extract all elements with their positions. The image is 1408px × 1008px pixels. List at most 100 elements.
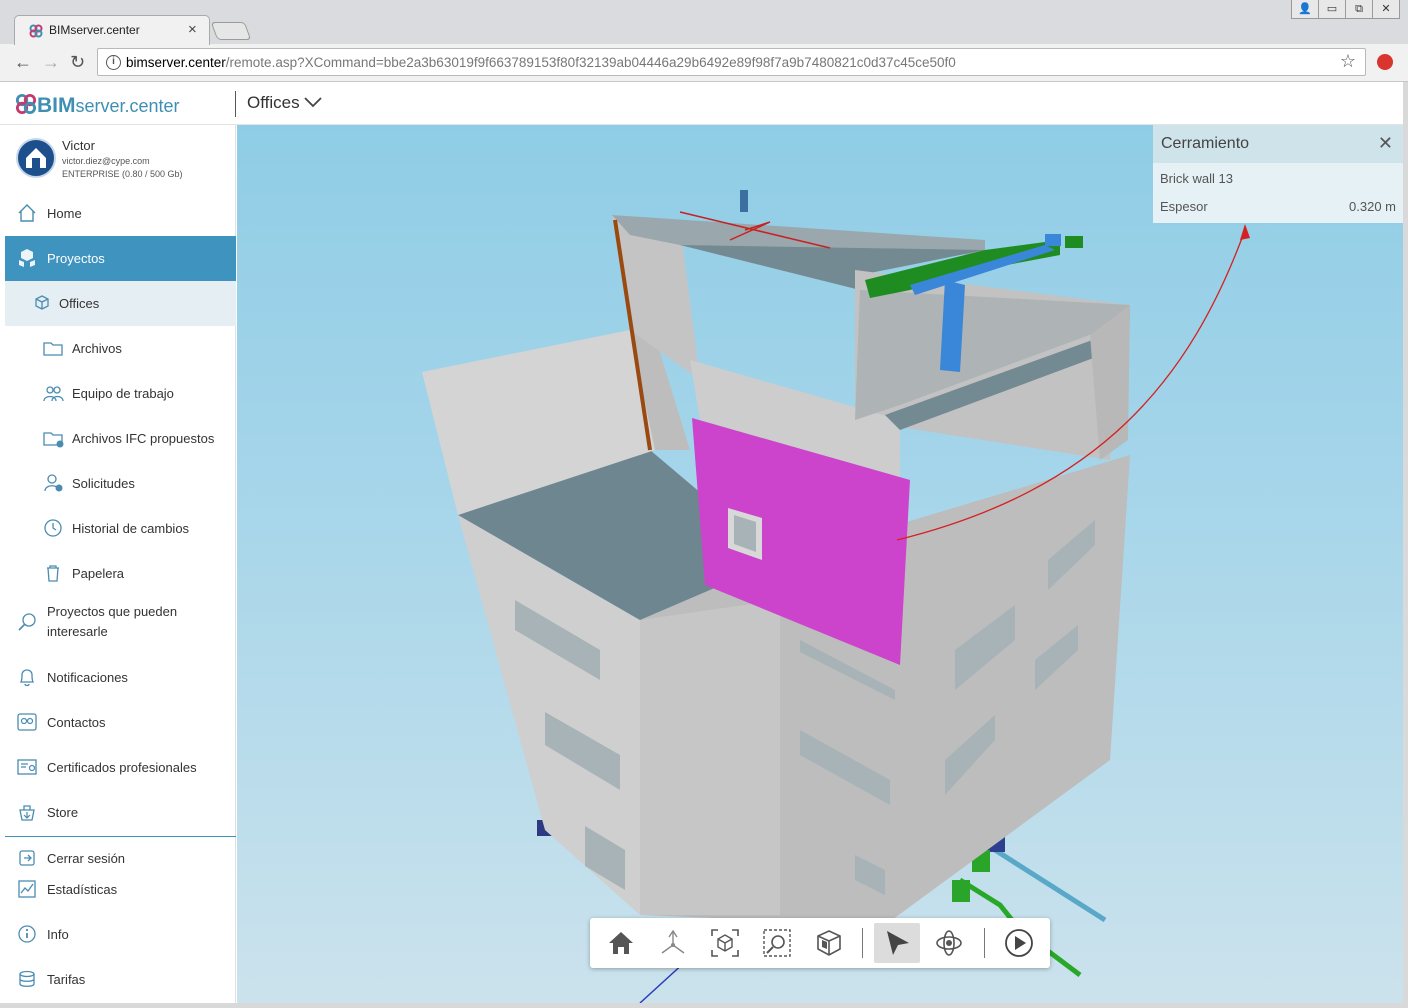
team-icon bbox=[43, 386, 64, 402]
url-text[interactable]: bimserver.center/remote.asp?XCommand=bbe… bbox=[126, 55, 956, 70]
extension-icon[interactable] bbox=[1377, 54, 1393, 70]
sidebar-item-proyectos-interes[interactable]: Proyectos que pueden interesarle bbox=[5, 596, 236, 648]
sidebar-item-label: Home bbox=[47, 206, 82, 221]
sidebar-item-proyectos[interactable]: Proyectos bbox=[5, 236, 236, 281]
tab-title: BIMserver.center bbox=[49, 23, 140, 37]
user-name: Victor bbox=[62, 138, 95, 153]
browser-tab[interactable]: BIMserver.center × bbox=[14, 15, 210, 45]
house-logo-icon bbox=[26, 148, 46, 168]
play-button[interactable] bbox=[996, 923, 1042, 963]
window-close-icon[interactable]: ✕ bbox=[1372, 0, 1400, 19]
sidebar-item-contactos[interactable]: Contactos bbox=[5, 700, 236, 745]
coins-icon bbox=[19, 970, 35, 987]
site-info-icon[interactable]: i bbox=[106, 55, 121, 70]
user-email: victor.diez@cype.com bbox=[62, 156, 150, 166]
sidebar-item-label: Solicitudes bbox=[72, 476, 135, 491]
app-logo[interactable]: BIMserver.center bbox=[15, 93, 180, 118]
close-icon[interactable]: ✕ bbox=[1378, 133, 1393, 154]
sidebar-item-label: Tarifas bbox=[47, 972, 86, 987]
sidebar-item-label: Offices bbox=[59, 296, 100, 311]
zoom-window-icon bbox=[763, 929, 791, 957]
sidebar-item-archivos-ifc[interactable]: Archivos IFC propuestos bbox=[5, 416, 236, 461]
logo-bold: BIM bbox=[37, 94, 76, 117]
cubes-icon bbox=[19, 249, 35, 267]
axes-button[interactable] bbox=[650, 923, 696, 963]
section-box-icon bbox=[817, 930, 841, 956]
new-tab-button[interactable] bbox=[210, 22, 252, 40]
store-icon bbox=[19, 805, 35, 821]
bookmark-star-icon[interactable]: ☆ bbox=[1340, 51, 1356, 72]
properties-title: Cerramiento bbox=[1161, 135, 1250, 152]
home-view-icon bbox=[609, 932, 633, 954]
sidebar-item-notificaciones[interactable]: Notificaciones bbox=[5, 655, 236, 700]
address-bar[interactable]: i bimserver.center/remote.asp?XCommand=b… bbox=[97, 48, 1366, 76]
sidebar-item-home[interactable]: Home bbox=[5, 191, 236, 236]
sidebar-item-label: Info bbox=[47, 927, 69, 942]
info-icon bbox=[18, 925, 36, 943]
sidebar-item-archivos[interactable]: Archivos bbox=[5, 326, 236, 371]
sidebar-item-label: Estadísticas bbox=[47, 882, 118, 897]
bim-3d-viewer[interactable] bbox=[237, 125, 1403, 1003]
sidebar-item-label: Archivos IFC propuestos bbox=[72, 431, 215, 446]
sidebar-item-label: Papelera bbox=[72, 566, 125, 581]
sidebar-item-label: Proyectos que pueden interesarle bbox=[47, 604, 178, 639]
sidebar-item-tarifas[interactable]: Tarifas bbox=[5, 957, 236, 1002]
logout-icon bbox=[19, 850, 35, 866]
bell-icon bbox=[19, 669, 35, 687]
browser-chrome: BIMserver.center × 👤 ▭ ⧉ ✕ ← → ↻ i bimse… bbox=[0, 0, 1408, 82]
home-view-button[interactable] bbox=[598, 923, 644, 963]
stats-icon bbox=[18, 880, 36, 898]
fit-view-button[interactable] bbox=[702, 923, 748, 963]
reload-icon[interactable]: ↻ bbox=[70, 52, 85, 73]
fit-view-icon bbox=[711, 929, 739, 957]
sidebar-item-equipo[interactable]: Equipo de trabajo bbox=[5, 371, 236, 416]
project-name: Offices bbox=[247, 93, 300, 112]
sidebar-item-store[interactable]: Store bbox=[5, 790, 236, 835]
sidebar-item-certificados[interactable]: Certificados profesionales bbox=[5, 745, 236, 790]
header-divider bbox=[235, 91, 236, 117]
profile-icon[interactable]: 👤 bbox=[1291, 0, 1319, 19]
project-selector[interactable]: Offices bbox=[247, 93, 322, 113]
property-label: Espesor bbox=[1160, 199, 1208, 214]
orbit-icon bbox=[936, 930, 962, 956]
select-pointer-button[interactable] bbox=[874, 923, 920, 963]
properties-header: Cerramiento ✕ bbox=[1153, 125, 1403, 163]
chevron-down-icon bbox=[304, 97, 322, 108]
sidebar-item-papelera[interactable]: Papelera bbox=[5, 551, 236, 596]
toolbar-divider bbox=[984, 928, 985, 958]
sidebar-item-estadisticas[interactable]: Estadísticas bbox=[5, 867, 236, 912]
section-box-button[interactable] bbox=[806, 923, 852, 963]
sidebar-item-label: Historial de cambios bbox=[72, 521, 190, 536]
sidebar: Victor victor.diez@cype.com ENTERPRISE (… bbox=[0, 125, 236, 1003]
properties-panel: Cerramiento ✕ Brick wall 13 Espesor 0.32… bbox=[1153, 125, 1403, 223]
sidebar-item-solicitudes[interactable]: Solicitudes bbox=[5, 461, 236, 506]
tab-close-icon[interactable]: × bbox=[188, 21, 197, 38]
zoom-window-button[interactable] bbox=[754, 923, 800, 963]
forward-icon[interactable]: → bbox=[42, 52, 60, 73]
app-header: BIMserver.center Offices bbox=[0, 83, 1408, 125]
sidebar-item-historial[interactable]: Historial de cambios bbox=[5, 506, 236, 551]
cube-icon bbox=[35, 295, 49, 310]
url-domain: bimserver.center bbox=[126, 55, 226, 70]
contacts-icon bbox=[17, 713, 37, 731]
sidebar-item-label: Store bbox=[47, 805, 79, 820]
window-frame-bottom bbox=[0, 1003, 1408, 1008]
certificate-icon bbox=[17, 759, 37, 775]
sidebar-item-info[interactable]: Info bbox=[5, 912, 236, 957]
trash-icon bbox=[47, 565, 59, 582]
minimize-icon[interactable]: ▭ bbox=[1318, 0, 1346, 19]
bim-logo-icon bbox=[29, 24, 43, 38]
orbit-button[interactable] bbox=[926, 923, 972, 963]
sidebar-item-offices[interactable]: Offices bbox=[5, 281, 236, 326]
building-model[interactable] bbox=[237, 125, 1403, 1003]
folder-icon bbox=[43, 342, 63, 356]
history-icon bbox=[44, 519, 62, 537]
maximize-icon[interactable]: ⧉ bbox=[1345, 0, 1373, 19]
url-path: /remote.asp?XCommand=bbe2a3b63019f9f6637… bbox=[225, 55, 956, 70]
user-card[interactable]: Victor victor.diez@cype.com ENTERPRISE (… bbox=[0, 125, 236, 191]
suggest-icon bbox=[18, 613, 36, 631]
back-icon[interactable]: ← bbox=[14, 52, 32, 73]
window-controls: 👤 ▭ ⧉ ✕ bbox=[1291, 0, 1400, 20]
logo-light: server.center bbox=[75, 96, 180, 116]
avatar[interactable] bbox=[16, 138, 56, 178]
